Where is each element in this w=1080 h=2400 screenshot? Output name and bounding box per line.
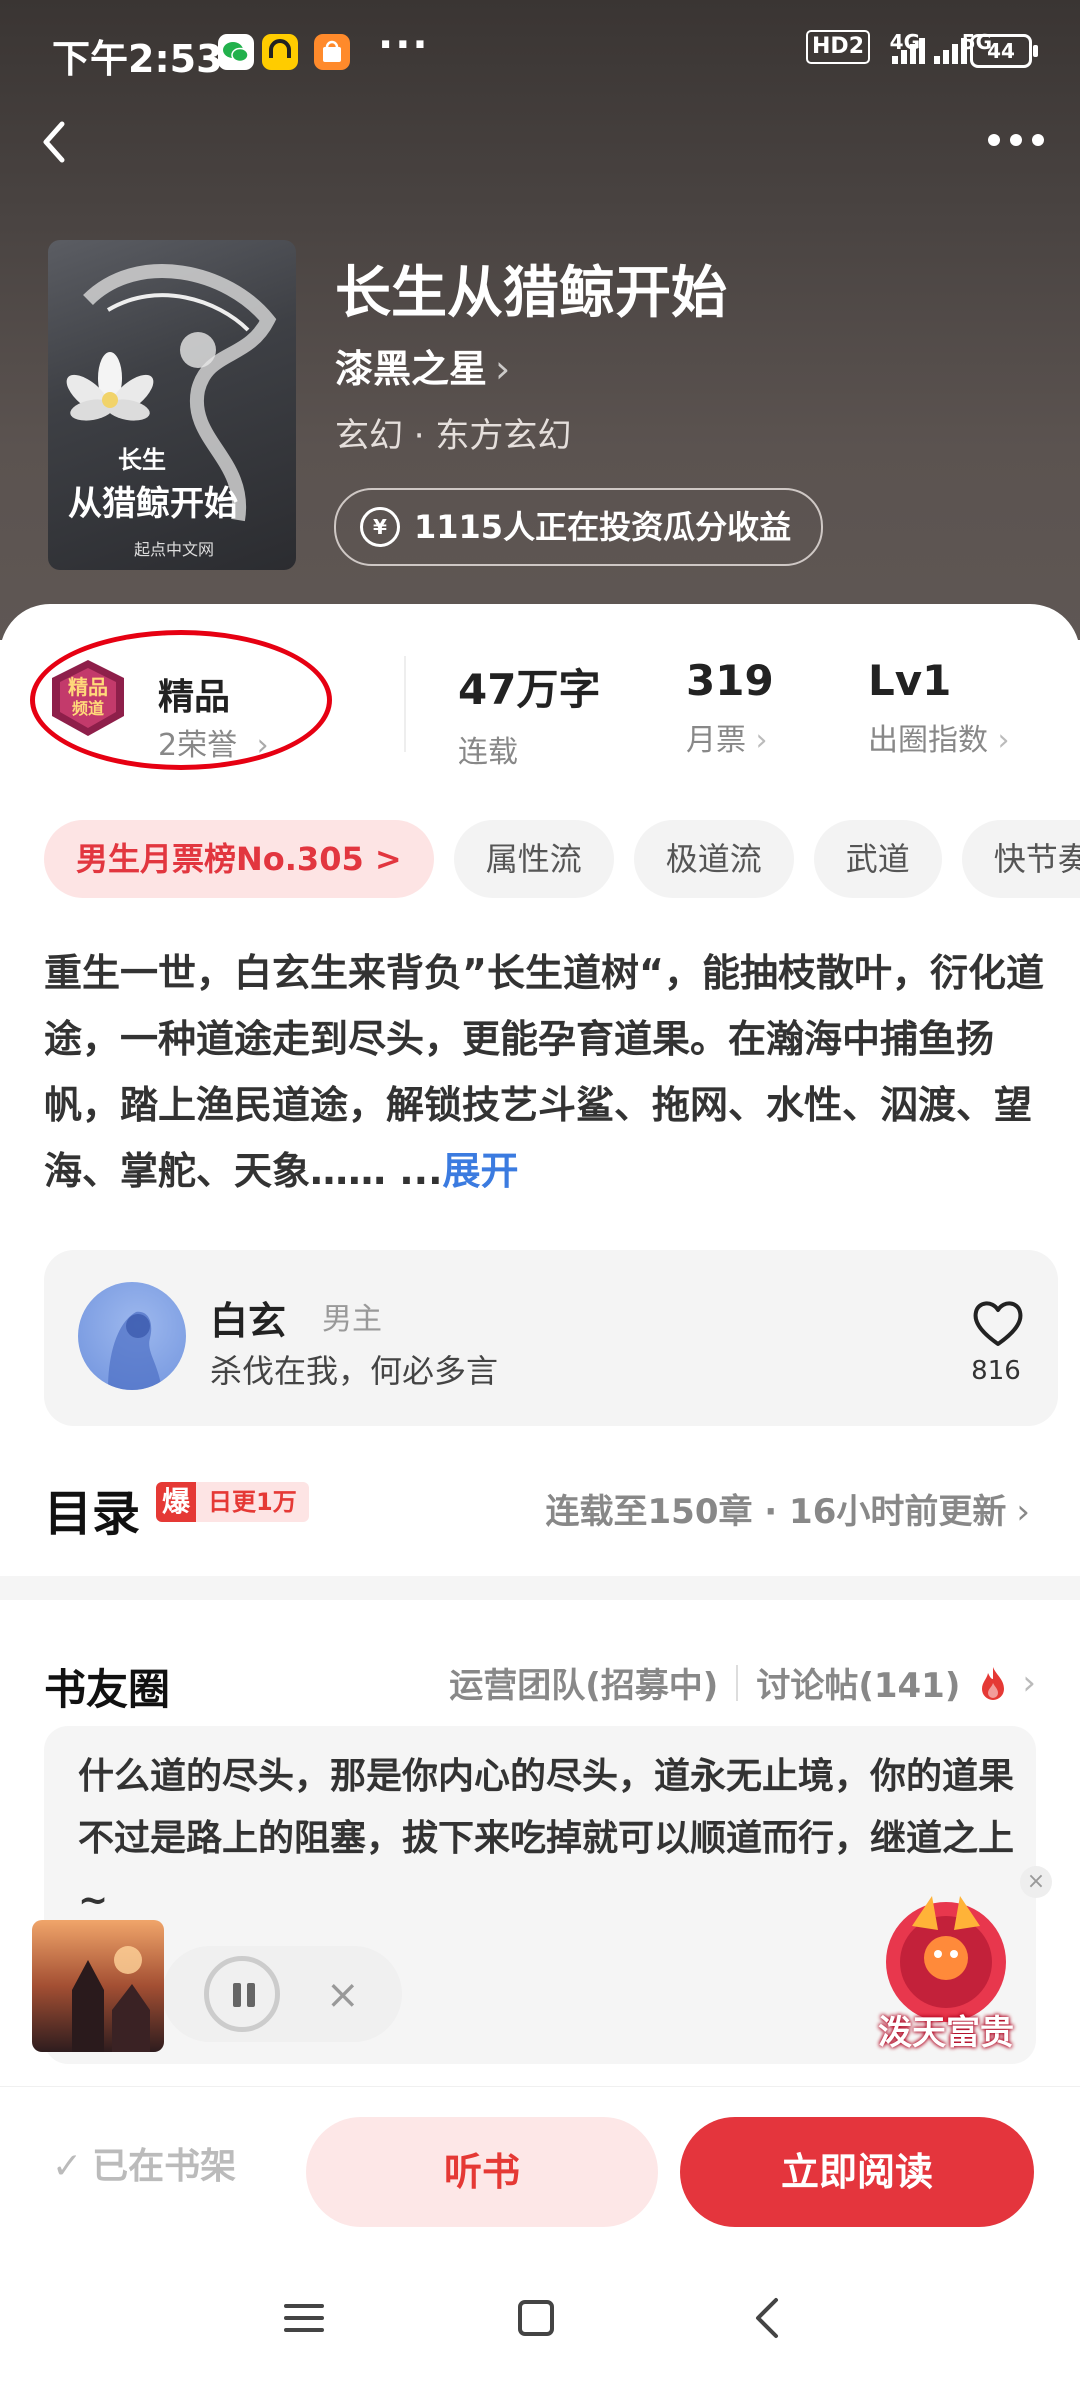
ops-team-link[interactable]: 运营团队(招募中) [449, 1658, 718, 1707]
honor-badge[interactable]: 精品 频道 精品 2荣誉 › [30, 630, 332, 770]
tag-row: 男生月票榜No.305 > 属性流 极道流 武道 快节奏 [44, 820, 1080, 900]
book-detail-card: 精品 频道 精品 2荣誉 › 47万字 连载 319 月票 › Lv1 出圈指数… [0, 604, 1080, 2104]
stat-monthly-tickets[interactable]: 319 月票 › [686, 656, 774, 759]
discussion-link[interactable]: 讨论帖(141) [756, 1658, 960, 1707]
shelf-label: 已在书架 [92, 2146, 237, 2187]
promo-widget[interactable]: 泼天富贵 [862, 1886, 1030, 2054]
status-bar: 下午2:53 ··· HD2 4G 5G 44 [0, 0, 1080, 100]
toc-status-link[interactable]: 连载至150章 · 16小时前更新 › [546, 1484, 1031, 1533]
signal-bars-icon [892, 38, 928, 68]
honor-count-text: 2荣誉 [158, 728, 238, 763]
shopping-bag-icon [314, 34, 350, 70]
home-square-icon[interactable] [506, 2288, 566, 2348]
battery-icon: 44 [970, 34, 1038, 68]
promo-close-icon[interactable]: × [1020, 1866, 1052, 1898]
stat-words: 47万字 连载 [458, 656, 600, 771]
app-icon-yellow [262, 34, 298, 70]
character-avatar [78, 1282, 186, 1390]
on-shelf-indicator[interactable]: ✓ 已在书架 [52, 2137, 236, 2189]
hero-header: 下午2:53 ··· HD2 4G 5G 44 长生 从猎鲸开始 起点中文网 长… [0, 0, 1080, 640]
book-cover[interactable]: 长生 从猎鲸开始 起点中文网 [48, 240, 296, 570]
invest-label: 1115人正在投资瓜分收益 [414, 508, 792, 546]
book-title: 长生从猎鲸开始 [335, 260, 727, 326]
daily-update-badge: 日更1万 [196, 1482, 309, 1522]
signal-bars-icon [934, 38, 970, 68]
mini-audio-player[interactable]: × [32, 1920, 402, 2052]
toc-title[interactable]: 目录 [44, 1474, 140, 1544]
tag-item[interactable]: 武道 [813, 820, 942, 898]
svg-text:精品: 精品 [68, 675, 108, 699]
author-name: 漆黑之星 [335, 347, 488, 391]
system-navigation-bar [0, 2236, 1080, 2400]
section-separator [0, 1576, 1080, 1600]
stat-value: Lv1 [868, 656, 952, 705]
stat-label: 出圈指数 › [868, 715, 1010, 759]
community-links[interactable]: 运营团队(招募中) 讨论帖(141) › [449, 1658, 1036, 1707]
honor-title: 精品 [158, 677, 231, 718]
premium-medal-icon: 精品 频道 [52, 660, 124, 736]
more-button[interactable] [976, 115, 1056, 165]
invest-button[interactable]: ¥ 1115人正在投资瓜分收益 [334, 488, 824, 566]
pause-button[interactable] [204, 1956, 280, 2032]
stat-breakout-index[interactable]: Lv1 出圈指数 › [868, 656, 1010, 759]
menu-icon[interactable] [274, 2288, 334, 2348]
cover-small-title: 长生 [118, 445, 166, 474]
chevron-right-icon: › [1022, 1662, 1036, 1703]
audio-book-thumbnail[interactable] [32, 1920, 164, 2052]
chevron-right-icon: › [997, 723, 1010, 758]
player-controls-bg [162, 1946, 402, 2042]
bottom-action-bar: ✓ 已在书架 听书 立即阅读 [0, 2086, 1080, 2237]
community-title: 书友圈 [44, 1665, 171, 1714]
author-link[interactable]: 漆黑之星 › [335, 338, 510, 393]
listen-button[interactable]: 听书 [306, 2117, 658, 2227]
back-arrow-icon[interactable] [738, 2288, 798, 2348]
book-description[interactable]: 重生一世，白玄生来背负”长生道树“，能抽枝散叶，衍化道途，一种道途走到尽头，更能… [44, 940, 1044, 1204]
toc-status: 连载至150章 · 16小时前更新 [545, 1492, 1007, 1532]
tag-item[interactable]: 极道流 [633, 820, 794, 898]
stat-value: 319 [686, 656, 774, 705]
svg-text:频道: 频道 [72, 699, 104, 718]
cover-main-title: 从猎鲸开始 [68, 484, 238, 524]
back-button[interactable] [26, 112, 86, 172]
close-icon[interactable]: × [326, 1972, 360, 2018]
promo-text: 泼天富贵 [878, 2013, 1014, 2053]
character-card[interactable]: 白玄 男主 杀伐在我，何必多言 816 [44, 1250, 1058, 1426]
tag-item[interactable]: 属性流 [453, 820, 614, 898]
stat-label-text: 月票 [686, 723, 746, 758]
stat-value: 47万字 [458, 665, 601, 714]
book-genre: 玄幻 · 东方玄幻 [335, 416, 572, 456]
cover-publisher: 起点中文网 [134, 540, 215, 559]
chevron-left-icon [43, 121, 65, 163]
expand-link[interactable]: 展开 [443, 1149, 519, 1193]
honor-count: 2荣誉 › [158, 720, 269, 764]
chevron-right-icon: › [256, 728, 269, 763]
description-text: 重生一世，白玄生来背负”长生道树“，能抽枝散叶，衍化道途，一种道途走到尽头，更能… [44, 951, 1044, 1193]
hd-indicator: HD2 [806, 30, 870, 64]
stat-label-text: 出圈指数 [868, 723, 988, 758]
chevron-right-icon: › [755, 723, 768, 758]
tag-rank[interactable]: 男生月票榜No.305 > [44, 820, 434, 898]
like-count: 816 [971, 1356, 1021, 1386]
check-icon: ✓ [52, 2146, 83, 2187]
heart-icon[interactable] [968, 1292, 1028, 1352]
hot-badge: 爆 [156, 1482, 196, 1522]
character-quote: 杀伐在我，何必多言 [210, 1352, 499, 1390]
wechat-icon [218, 34, 254, 70]
character-name: 白玄 [210, 1299, 287, 1343]
divider [404, 656, 406, 752]
stat-label: 月票 › [686, 715, 774, 759]
tag-item[interactable]: 快节奏 [961, 820, 1080, 898]
more-dots-icon [988, 134, 1044, 146]
chevron-right-icon: › [1016, 1492, 1030, 1532]
stat-label: 连载 [458, 735, 518, 770]
divider [736, 1664, 739, 1701]
status-time: 下午2:53 [52, 37, 223, 81]
flame-icon [982, 1666, 1005, 1700]
yen-coin-icon: ¥ [360, 507, 400, 547]
read-now-button[interactable]: 立即阅读 [680, 2117, 1034, 2227]
status-overflow: ··· [378, 22, 430, 68]
chevron-right-icon: › [495, 347, 511, 391]
character-role: 男主 [322, 1302, 382, 1337]
